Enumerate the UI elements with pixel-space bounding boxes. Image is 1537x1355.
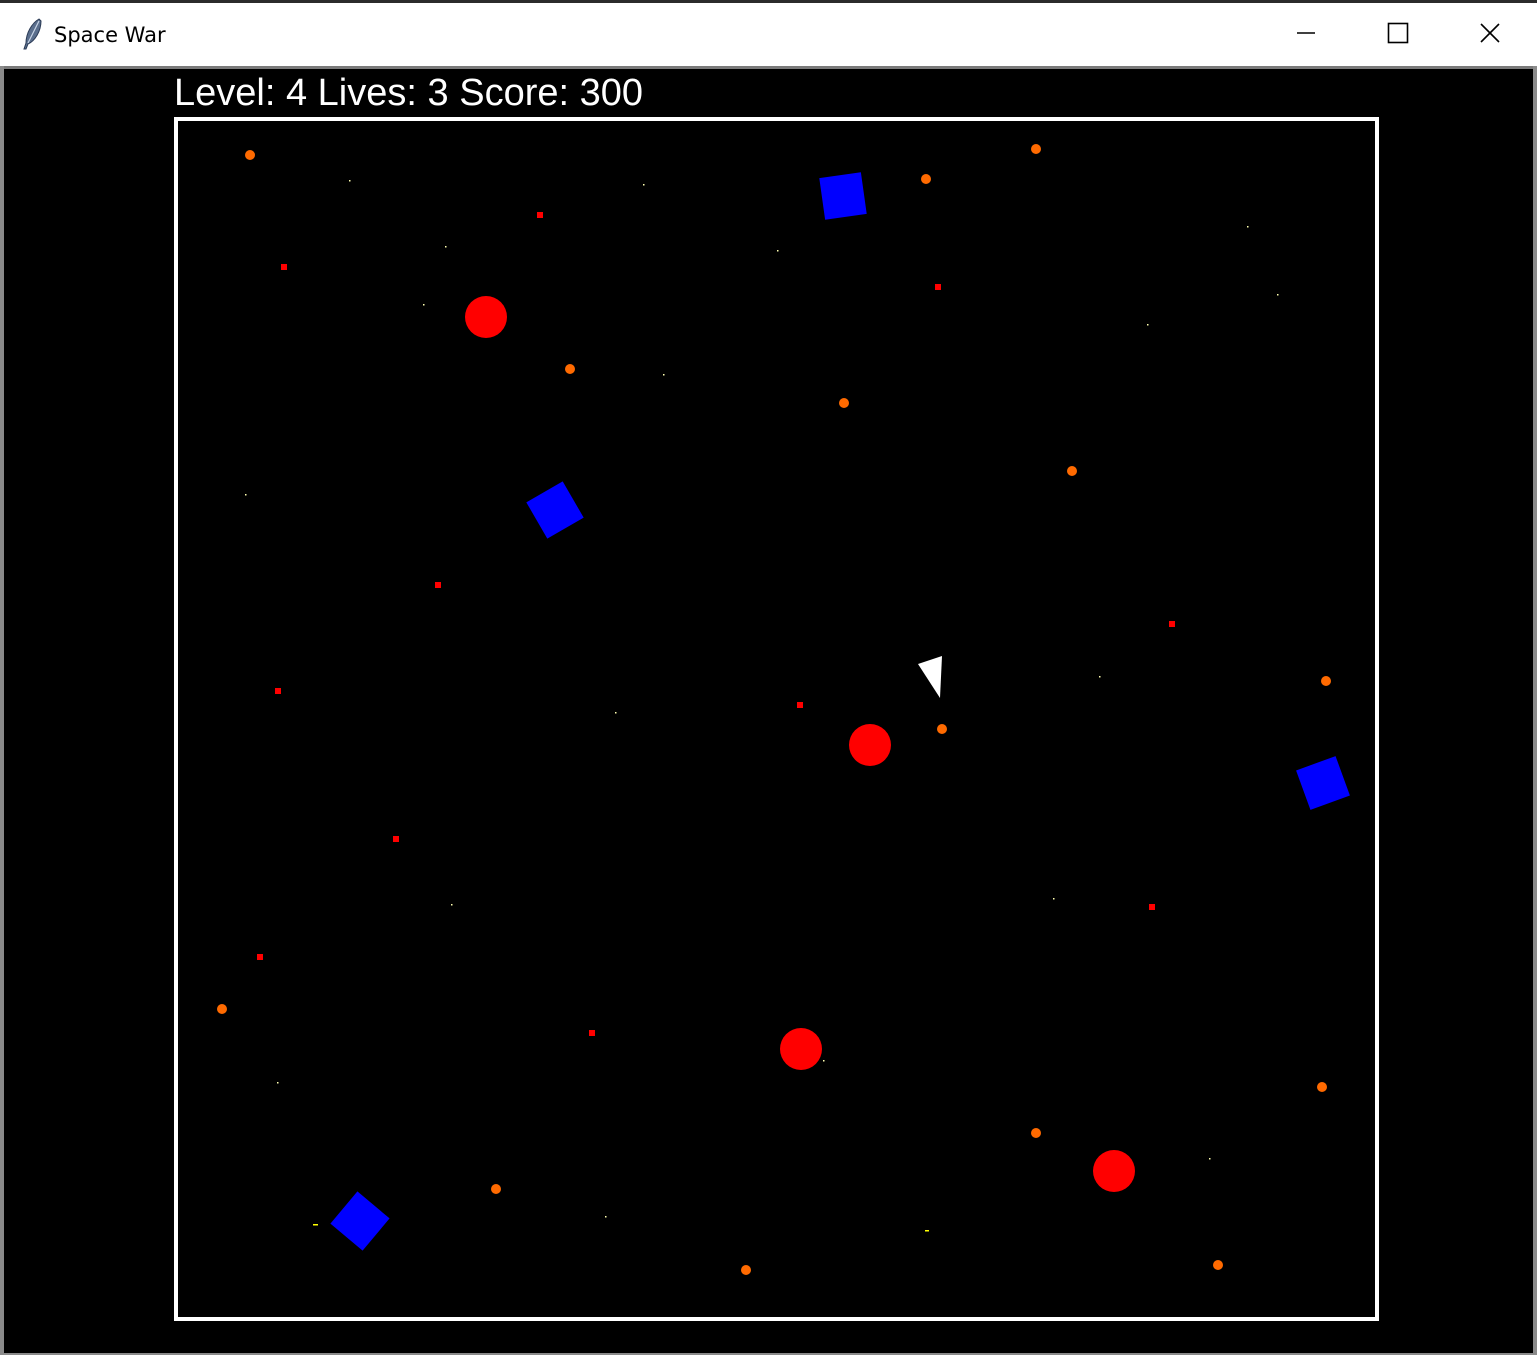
star xyxy=(445,246,447,248)
enemy xyxy=(849,724,891,766)
star xyxy=(313,1224,318,1226)
star xyxy=(643,184,645,186)
score-value: 300 xyxy=(579,72,644,114)
star xyxy=(663,374,665,376)
star xyxy=(451,904,453,906)
star xyxy=(1099,676,1101,678)
star xyxy=(349,180,351,182)
orange-particle xyxy=(491,1184,501,1194)
orange-particle xyxy=(839,398,849,408)
star xyxy=(1209,1158,1211,1160)
red-particle xyxy=(257,954,263,960)
orange-particle xyxy=(921,174,931,184)
red-particle xyxy=(1169,621,1175,627)
star xyxy=(605,1216,607,1218)
lives-value: 3 xyxy=(427,72,449,114)
ally xyxy=(819,172,867,220)
level-label: Level: xyxy=(174,72,276,114)
game-scene xyxy=(174,117,1379,1321)
orange-particle xyxy=(937,724,947,734)
level-value: 4 xyxy=(285,72,308,114)
red-particle xyxy=(393,836,399,842)
starfield xyxy=(245,180,1279,1232)
star xyxy=(823,1060,825,1062)
star xyxy=(1147,324,1149,326)
red-particle xyxy=(935,284,941,290)
orange-particle xyxy=(1321,676,1331,686)
red-particle xyxy=(275,688,281,694)
star xyxy=(423,304,425,306)
star xyxy=(1247,226,1249,228)
orange-particles xyxy=(217,144,1331,1275)
orange-particle xyxy=(245,150,255,160)
ally xyxy=(330,1191,390,1251)
star xyxy=(615,712,617,714)
red-particle xyxy=(537,212,543,218)
enemy xyxy=(465,296,507,338)
star xyxy=(925,1230,929,1232)
orange-particle xyxy=(217,1004,227,1014)
orange-particle xyxy=(565,364,575,374)
orange-particle xyxy=(1317,1082,1327,1092)
app-window: Space War Level: 4 Lives: 3 Score: 300 xyxy=(0,0,1537,1355)
red-particle xyxy=(589,1030,595,1036)
red-particles xyxy=(257,212,1175,1036)
red-particle xyxy=(435,582,441,588)
ally xyxy=(1296,756,1350,810)
lives-label: Lives: xyxy=(317,72,417,114)
score-label: Score: xyxy=(459,72,570,114)
ally xyxy=(526,481,584,539)
player-ship xyxy=(918,656,942,698)
red-particle xyxy=(281,264,287,270)
orange-particle xyxy=(1031,144,1041,154)
orange-particle xyxy=(1067,466,1077,476)
orange-particle xyxy=(1031,1128,1041,1138)
playfield-border xyxy=(174,117,1379,1321)
enemy xyxy=(780,1028,822,1070)
red-particle xyxy=(797,702,803,708)
enemies xyxy=(465,296,1135,1192)
star xyxy=(1277,294,1279,296)
hud-status: Level: 4 Lives: 3 Score: 300 xyxy=(174,70,643,116)
enemy xyxy=(1093,1150,1135,1192)
orange-particle xyxy=(1213,1260,1223,1270)
star xyxy=(245,494,247,496)
star xyxy=(277,1082,279,1084)
star xyxy=(1053,898,1055,900)
red-particle xyxy=(1149,904,1155,910)
star xyxy=(777,250,779,252)
orange-particle xyxy=(741,1265,751,1275)
